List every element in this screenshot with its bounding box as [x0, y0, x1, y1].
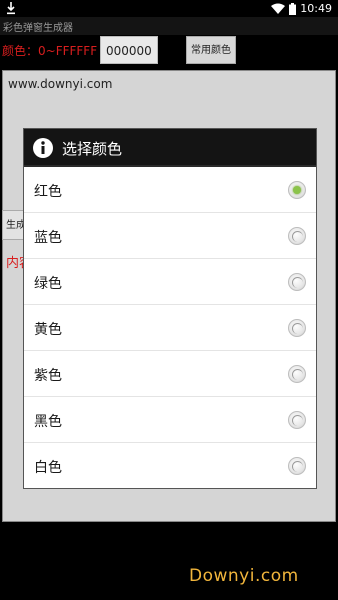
color-option-black[interactable]: 黑色: [24, 397, 316, 443]
radio-selected-icon[interactable]: [288, 181, 306, 199]
option-label: 蓝色: [34, 230, 62, 246]
option-label: 黑色: [34, 414, 62, 430]
radio-unselected-icon[interactable]: [288, 319, 306, 337]
dialog-title: 选择颜色: [62, 140, 123, 158]
option-label: 绿色: [34, 276, 62, 292]
app-title: 彩色弹窗生成器: [3, 23, 73, 34]
clock: 10:49: [300, 2, 332, 15]
battery-icon: [289, 2, 297, 15]
color-hex-input[interactable]: 000000: [100, 36, 158, 64]
color-option-yellow[interactable]: 黄色: [24, 305, 316, 351]
color-option-blue[interactable]: 蓝色: [24, 213, 316, 259]
option-label: 黄色: [34, 322, 62, 338]
color-option-purple[interactable]: 紫色: [24, 351, 316, 397]
color-option-list: 红色 蓝色 绿色 黄色 紫色 黑色 白色: [24, 167, 316, 489]
radio-unselected-icon[interactable]: [288, 365, 306, 383]
color-option-white[interactable]: 白色: [24, 443, 316, 489]
common-colors-button[interactable]: 常用颜色: [186, 36, 236, 64]
radio-unselected-icon[interactable]: [288, 457, 306, 475]
info-icon: [33, 138, 53, 158]
radio-unselected-icon[interactable]: [288, 227, 306, 245]
dialog-header: 选择颜色: [24, 129, 316, 167]
option-label: 紫色: [34, 368, 62, 384]
status-bar: 10:49: [0, 0, 338, 17]
watermark: Downyi.com: [189, 566, 299, 586]
app-title-bar: 彩色弹窗生成器: [0, 17, 338, 35]
wifi-icon: [271, 3, 286, 14]
radio-unselected-icon[interactable]: [288, 411, 306, 429]
content-label: 内容: [6, 256, 26, 271]
color-range-label: 颜色：0~FFFFFF: [2, 44, 98, 58]
option-label: 红色: [34, 184, 62, 200]
radio-unselected-icon[interactable]: [288, 273, 306, 291]
message-text: www.downyi.com: [8, 77, 113, 91]
download-icon: [7, 2, 15, 15]
color-option-green[interactable]: 绿色: [24, 259, 316, 305]
color-picker-dialog: 选择颜色 红色 蓝色 绿色 黄色 紫色 黑色 白色: [24, 129, 316, 488]
option-label: 白色: [34, 460, 62, 476]
color-option-red[interactable]: 红色: [24, 167, 316, 213]
